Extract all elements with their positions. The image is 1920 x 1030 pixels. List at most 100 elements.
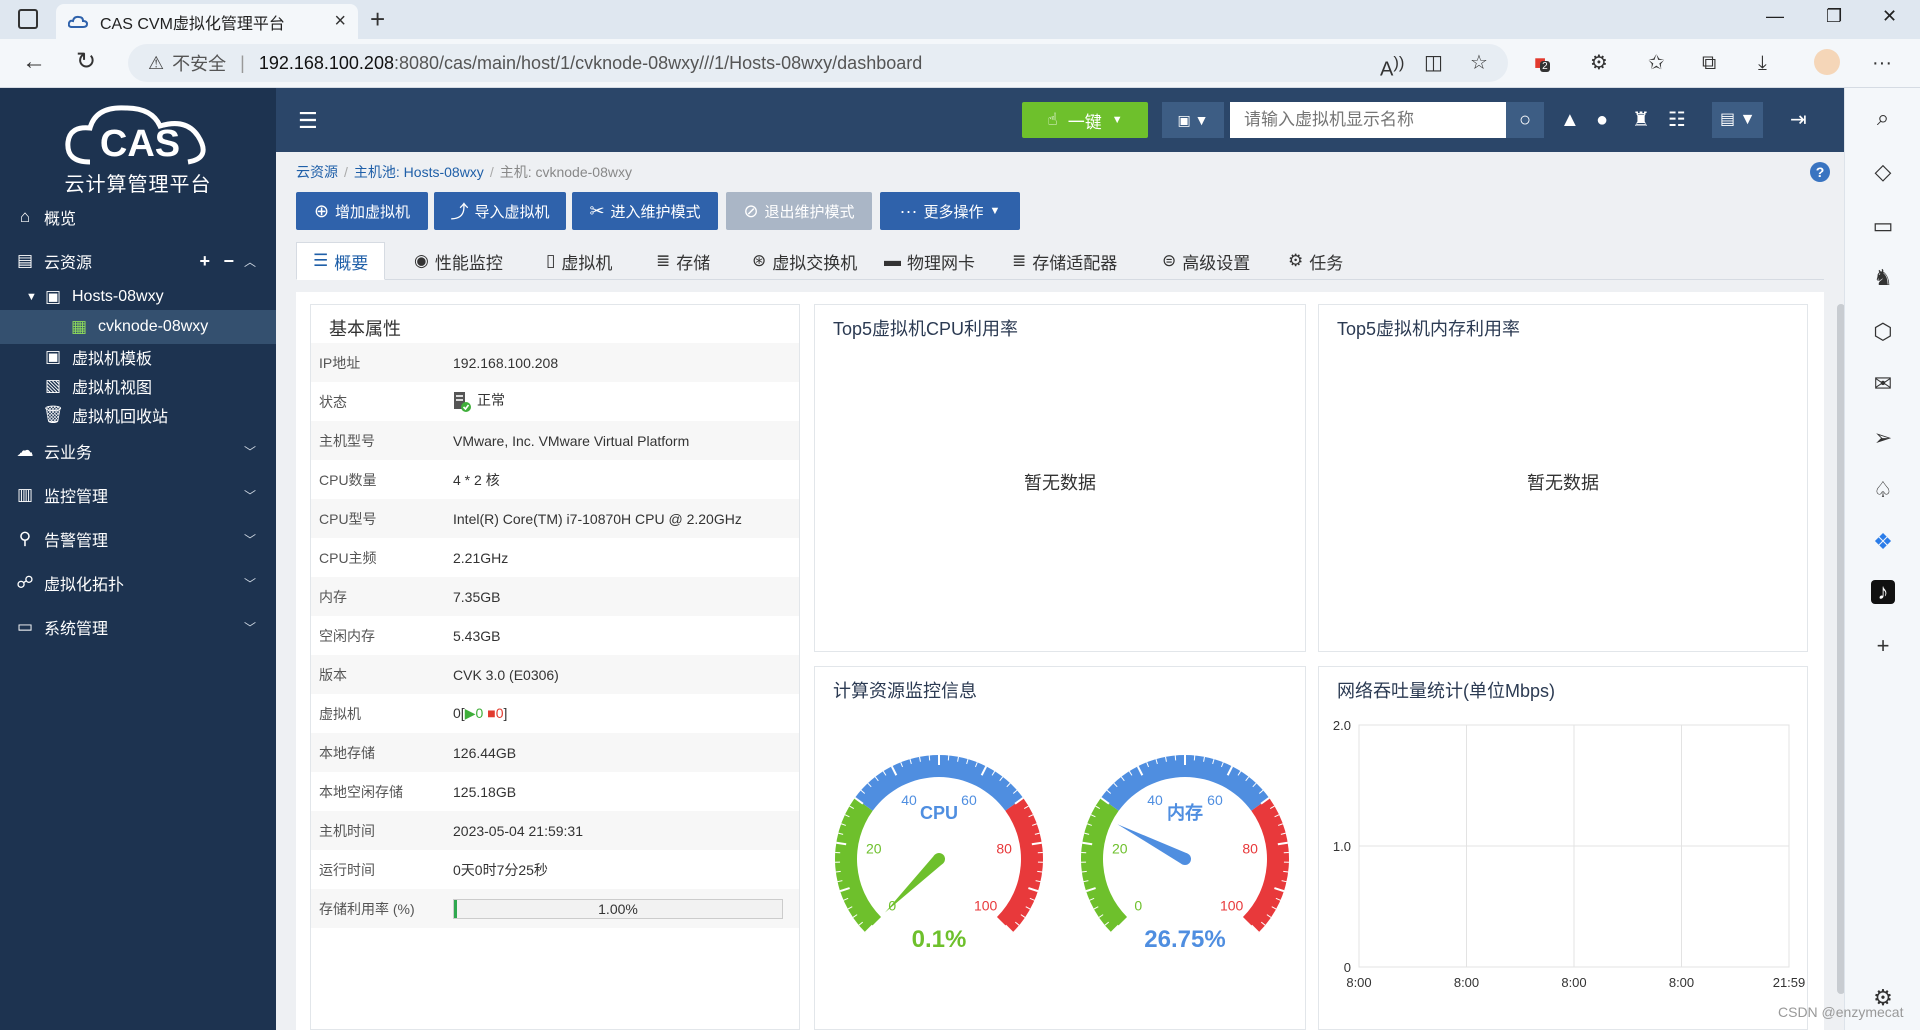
back-icon[interactable]: ←: [22, 49, 46, 75]
apps-icon[interactable]: ⬡: [1871, 320, 1895, 344]
add-vm-button[interactable]: ⊕ 增加虚拟机: [296, 192, 428, 230]
more-menu-icon[interactable]: ···: [1872, 51, 1892, 75]
split-screen-icon[interactable]: ◫: [1424, 51, 1443, 75]
chevron-down-icon[interactable]: ﹀: [244, 575, 256, 592]
collections-icon[interactable]: ⧉: [1702, 51, 1716, 75]
chevron-down-icon[interactable]: ﹀: [244, 531, 256, 548]
vm-stopped-count[interactable]: 0: [496, 705, 504, 721]
extension-badge-icon[interactable]: ■2: [1534, 51, 1550, 79]
read-aloud-icon[interactable]: A)): [1380, 51, 1404, 82]
more-actions-button[interactable]: ··· 更多操作 ▼: [880, 192, 1020, 230]
notification-icon[interactable]: ♤: [1871, 478, 1895, 502]
theme-icon[interactable]: ♜: [1632, 108, 1650, 132]
chevron-up-icon[interactable]: ︿: [244, 253, 256, 270]
tab-performance[interactable]: ◉ 性能监控: [414, 242, 503, 280]
restore-icon[interactable]: ❐: [1826, 6, 1842, 27]
property-value: 0[▶0 ■0]: [453, 705, 508, 721]
help-icon[interactable]: ?: [1810, 162, 1830, 182]
sidebar-item-overview[interactable]: ⌂ 概览: [0, 200, 276, 234]
sidebar-item-vm-recycle[interactable]: 🗑 虚拟机回收站: [0, 398, 276, 432]
user-icon[interactable]: ●: [1596, 108, 1608, 132]
vm-search-input[interactable]: [1230, 102, 1506, 138]
tag-icon[interactable]: ◇: [1871, 160, 1895, 184]
vm-total-count[interactable]: 0: [453, 705, 461, 721]
enter-maintenance-button[interactable]: ✂ 进入维护模式: [572, 192, 718, 230]
breadcrumb-root[interactable]: 云资源: [296, 164, 338, 180]
search-icon[interactable]: ○: [1506, 102, 1544, 138]
system-icon: ▭: [16, 617, 34, 636]
extensions-icon[interactable]: ⚙: [1590, 51, 1608, 75]
y-tick-label: 2.0: [1333, 718, 1351, 733]
sidebar-item-cloud-business[interactable]: ☁ 云业务 ﹀: [0, 434, 276, 468]
tab-nic[interactable]: ▬ 物理网卡: [884, 242, 975, 280]
tab-summary[interactable]: ☰ 概要: [296, 242, 386, 280]
add-resource-icon[interactable]: +: [199, 251, 210, 272]
gauge-band-high: [996, 797, 1043, 933]
storage-util-text: 1.00%: [598, 900, 638, 917]
extension-badge-count: 2: [1540, 61, 1550, 72]
chevron-down-icon[interactable]: ﹀: [244, 443, 256, 460]
property-row: 空闲内存 5.43GB: [311, 616, 799, 655]
list-icon[interactable]: ☷: [1668, 108, 1686, 132]
search-type-select[interactable]: ▣ ▼: [1162, 102, 1224, 138]
cpu-top5-panel: Top5虚拟机CPU利用率 暂无数据: [814, 304, 1306, 652]
property-value: 126.44GB: [453, 744, 517, 761]
sidebar-item-topology[interactable]: ☍ 虚拟化拓扑 ﹀: [0, 566, 276, 600]
send-icon[interactable]: ➢: [1871, 426, 1895, 450]
tab-vswitch[interactable]: ⊛ 虚拟交换机: [752, 242, 857, 280]
y-tick-label: 1.0: [1333, 839, 1351, 854]
search-icon[interactable]: ⌕: [1871, 106, 1895, 130]
browser-tab[interactable]: CAS CVM虚拟化管理平台 ×: [56, 4, 358, 39]
tab-actions-icon[interactable]: [18, 9, 38, 29]
property-value: 7.35GB: [453, 588, 501, 605]
menu-toggle-icon[interactable]: ☰: [298, 108, 318, 134]
tab-storage-adapter[interactable]: ≣ 存储适配器: [1012, 242, 1117, 280]
sidebar-item-system[interactable]: ▭ 系统管理 ﹀: [0, 610, 276, 644]
tab-vms[interactable]: ▯ 虚拟机: [546, 242, 612, 280]
chevron-down-icon[interactable]: ﹀: [244, 487, 256, 504]
sidebar-item-monitoring[interactable]: ▥ 监控管理 ﹀: [0, 478, 276, 512]
url-bar[interactable]: ⚠ 不安全 | 192.168.100.208:8080/cas/main/ho…: [128, 44, 1508, 82]
hand-pointer-icon: ☝: [1047, 110, 1058, 129]
new-tab-icon[interactable]: +: [370, 6, 385, 32]
sidebar-item-alarms[interactable]: ⚲ 告警管理 ﹀: [0, 522, 276, 556]
alert-icon[interactable]: ▲: [1560, 108, 1580, 132]
close-tab-icon[interactable]: ×: [334, 10, 346, 33]
sidebar-item-host-pool[interactable]: ▼ ▣ Hosts-08wxy: [0, 280, 276, 314]
gauge-band-low: [1081, 797, 1128, 933]
downloads-icon[interactable]: ⤓: [1758, 51, 1767, 75]
chevron-down-icon[interactable]: ﹀: [244, 619, 256, 636]
sidebar-item-host-node[interactable]: ▦ cvknode-08wxy: [0, 310, 276, 344]
favorites-icon[interactable]: ✩: [1648, 51, 1665, 75]
one-key-button[interactable]: ☝ 一键 ▼: [1022, 102, 1148, 138]
tab-storage[interactable]: ≣ 存储: [656, 242, 710, 280]
tab-tasks[interactable]: ⚙ 任务: [1288, 242, 1343, 280]
property-row: 存储利用率 (%) 1.00%: [311, 889, 799, 928]
logout-icon[interactable]: ⇥: [1790, 108, 1807, 132]
close-window-icon[interactable]: ✕: [1882, 6, 1897, 27]
minimize-icon[interactable]: —: [1766, 6, 1784, 27]
properties-table: IP地址 192.168.100.208 状态 正常 主机型号 VMware, Inc. …: [311, 343, 799, 928]
add-favorite-icon[interactable]: ☆: [1470, 51, 1488, 75]
remove-resource-icon[interactable]: −: [223, 251, 234, 272]
tab-advanced[interactable]: ⊜ 高级设置: [1162, 242, 1250, 280]
refresh-icon[interactable]: ↻: [76, 49, 96, 75]
add-sidebar-icon[interactable]: +: [1871, 634, 1895, 658]
layout-select-icon[interactable]: ▤ ▼: [1712, 102, 1764, 138]
profile-avatar[interactable]: [1814, 49, 1840, 75]
sidebar-item-label: 虚拟机回收站: [72, 409, 169, 426]
copilot-icon[interactable]: ❖: [1871, 530, 1895, 554]
outlook-icon[interactable]: ✉: [1871, 372, 1895, 396]
memory-gauge: 0 20 40 60 80 100 内存 26.75%: [1081, 755, 1289, 949]
caret-down-icon[interactable]: ▼: [26, 291, 37, 303]
games-icon[interactable]: ♞: [1871, 266, 1895, 290]
import-vm-button[interactable]: ⤴ 导入虚拟机: [434, 192, 566, 230]
breadcrumb-pool[interactable]: 主机池: Hosts-08wxy: [354, 164, 484, 180]
vm-icon: ▯: [546, 251, 556, 270]
property-key: 虚拟机: [319, 705, 361, 722]
property-key: IP地址: [319, 354, 361, 371]
vm-running-count[interactable]: 0: [475, 705, 483, 721]
sidebar-item-cloud-resources[interactable]: ▤ 云资源 + − ︿: [0, 244, 276, 278]
toolbox-icon[interactable]: ▭: [1871, 214, 1895, 238]
tiktok-icon[interactable]: ♪: [1871, 580, 1895, 604]
